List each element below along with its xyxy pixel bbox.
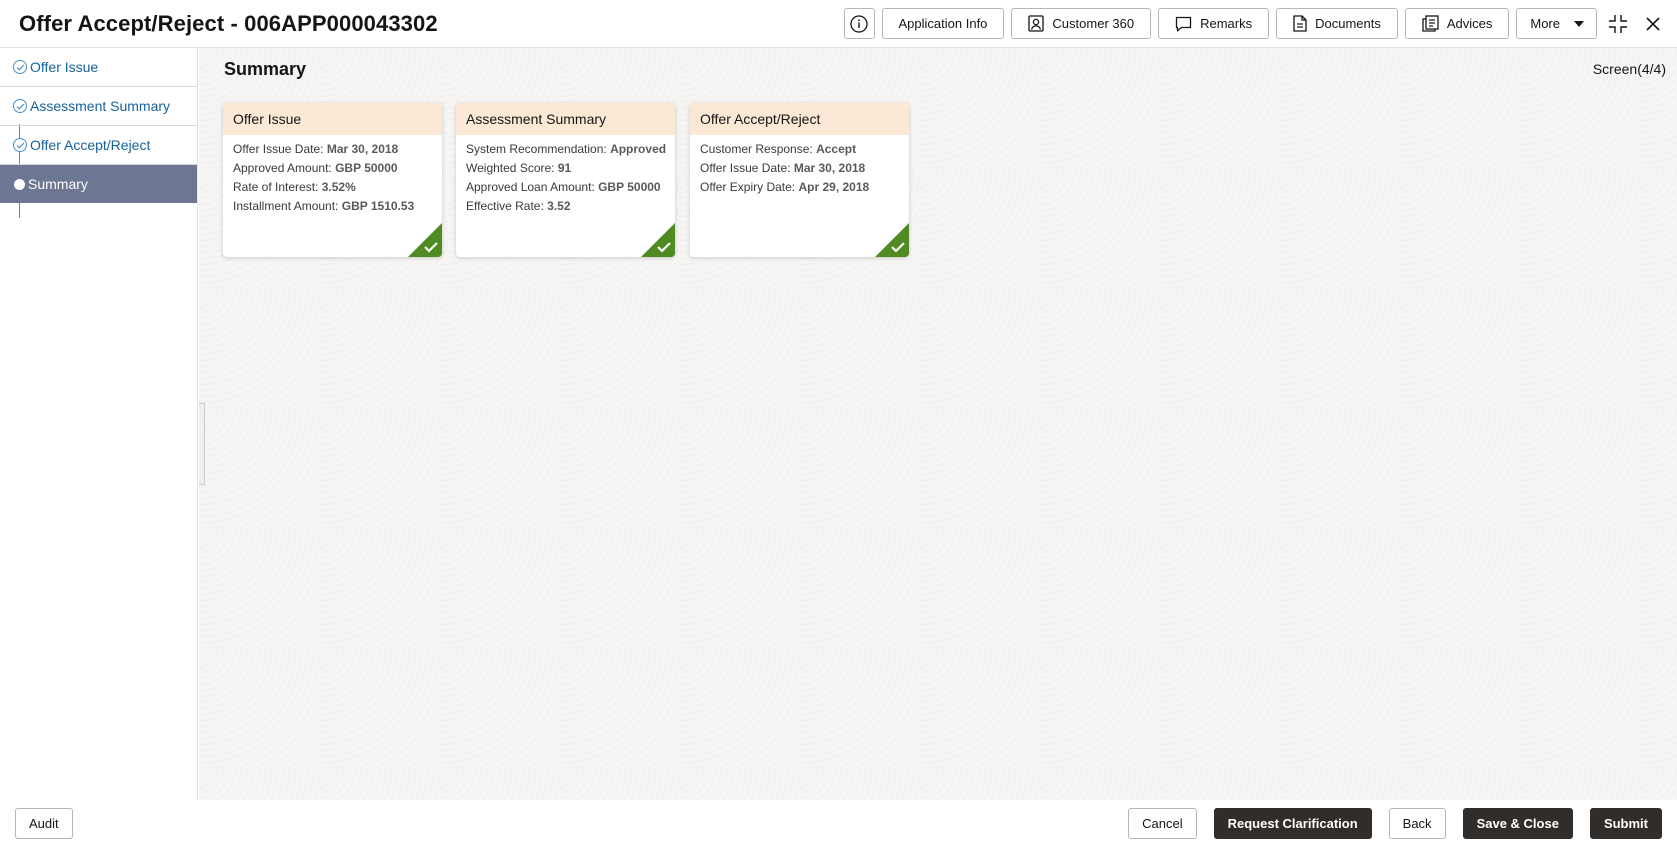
request-clarification-button[interactable]: Request Clarification xyxy=(1213,807,1372,839)
completed-check-badge-icon xyxy=(641,223,675,257)
check-circle-icon xyxy=(13,138,27,152)
header-bar: Offer Accept/Reject - 006APP000043302 Ap… xyxy=(0,0,1677,48)
card-row: Approved Amount: GBP 50000 xyxy=(233,159,432,178)
documents-label: Documents xyxy=(1315,16,1381,31)
check-circle-icon xyxy=(13,60,27,74)
row-value: Apr 29, 2018 xyxy=(798,180,870,194)
audit-button[interactable]: Audit xyxy=(15,807,73,839)
row-label: Offer Issue Date: xyxy=(233,142,327,156)
row-label: Offer Expiry Date: xyxy=(700,180,799,194)
card-body: System Recommendation: Approved Weighted… xyxy=(456,135,675,216)
app-window: Offer Accept/Reject - 006APP000043302 Ap… xyxy=(0,0,1677,846)
card-title: Offer Issue xyxy=(223,103,442,135)
main-content: Summary Screen(4/4) Offer Issue Offer Is… xyxy=(199,48,1677,800)
step-navigation: Offer Issue Assessment Summary Offer Acc… xyxy=(0,48,198,800)
card-row: Approved Loan Amount: GBP 50000 xyxy=(466,178,665,197)
row-label: Rate of Interest: xyxy=(233,180,322,194)
customer-360-label: Customer 360 xyxy=(1052,16,1135,31)
document-icon xyxy=(1293,15,1307,32)
footer-actions: Cancel Request Clarification Back Save &… xyxy=(1128,807,1662,839)
card-row: Offer Issue Date: Mar 30, 2018 xyxy=(233,140,432,159)
user-card-icon xyxy=(1028,15,1045,32)
row-value: 3.52% xyxy=(321,180,356,194)
current-step-dot-icon xyxy=(14,179,25,190)
step-summary[interactable]: Summary xyxy=(0,165,197,203)
card-row: System Recommendation: Approved xyxy=(466,140,667,159)
row-label: Approved Loan Amount: xyxy=(466,180,599,194)
step-offer-issue[interactable]: Offer Issue xyxy=(0,48,197,87)
row-label: Offer Issue Date: xyxy=(700,161,794,175)
caret-down-icon xyxy=(1574,20,1584,27)
collapse-arrows-icon xyxy=(1609,14,1627,33)
card-title: Assessment Summary xyxy=(456,103,675,135)
application-info-label: Application Info xyxy=(898,16,988,31)
row-value: GBP 50000 xyxy=(598,180,661,194)
card-row: Effective Rate: 3.52 xyxy=(466,197,665,216)
submit-button[interactable]: Submit xyxy=(1589,807,1662,839)
info-icon xyxy=(850,14,868,33)
page-title: Offer Accept/Reject - 006APP000043302 xyxy=(19,10,438,36)
advices-button[interactable]: Advices xyxy=(1404,8,1510,39)
summary-card-offer-accept-reject[interactable]: Offer Accept/Reject Customer Response: A… xyxy=(690,103,909,257)
section-title: Summary xyxy=(224,59,307,79)
sidebar-resize-handle[interactable] xyxy=(199,403,205,485)
footer-bar: Audit Cancel Request Clarification Back … xyxy=(0,800,1677,846)
card-row: Customer Response: Accept xyxy=(700,140,899,159)
summary-card-offer-issue[interactable]: Offer Issue Offer Issue Date: Mar 30, 20… xyxy=(223,103,442,257)
completed-check-badge-icon xyxy=(408,223,442,257)
summary-card-assessment-summary[interactable]: Assessment Summary System Recommendation… xyxy=(456,103,675,257)
card-row: Installment Amount: GBP 1510.53 xyxy=(233,197,432,216)
card-body: Customer Response: Accept Offer Issue Da… xyxy=(690,135,909,197)
card-body: Offer Issue Date: Mar 30, 2018 Approved … xyxy=(223,135,442,216)
close-window-button[interactable] xyxy=(1639,10,1667,38)
card-row: Weighted Score: 91 xyxy=(466,159,665,178)
close-icon xyxy=(1646,16,1660,31)
row-label: System Recommendation: xyxy=(466,142,611,156)
header-actions: Application Info Customer 360 Remarks Do… xyxy=(843,8,1667,39)
row-value: GBP 1510.53 xyxy=(341,199,415,213)
customer-360-button[interactable]: Customer 360 xyxy=(1011,8,1152,39)
row-label: Weighted Score: xyxy=(466,161,558,175)
minimize-window-button[interactable] xyxy=(1604,10,1632,38)
card-title: Offer Accept/Reject xyxy=(690,103,909,135)
row-value: Accept xyxy=(816,142,857,156)
row-value: Mar 30, 2018 xyxy=(793,161,866,175)
row-label: Installment Amount: xyxy=(233,199,342,213)
documents-button[interactable]: Documents xyxy=(1276,8,1398,39)
step-label: Offer Issue xyxy=(30,59,99,75)
more-dropdown-button[interactable]: More xyxy=(1516,8,1597,39)
more-label: More xyxy=(1530,16,1560,31)
step-assessment-summary[interactable]: Assessment Summary xyxy=(0,87,197,126)
comment-icon xyxy=(1175,16,1192,31)
application-info-button[interactable]: Application Info xyxy=(881,8,1005,39)
advices-label: Advices xyxy=(1446,16,1493,31)
row-value: Mar 30, 2018 xyxy=(326,142,399,156)
completed-check-badge-icon xyxy=(875,223,909,257)
row-value: 3.52 xyxy=(547,199,571,213)
row-label: Effective Rate: xyxy=(466,199,548,213)
card-row: Rate of Interest: 3.52% xyxy=(233,178,432,197)
remarks-button[interactable]: Remarks xyxy=(1158,8,1270,39)
step-offer-accept-reject[interactable]: Offer Accept/Reject xyxy=(0,126,197,165)
row-value: GBP 50000 xyxy=(335,161,398,175)
step-label: Offer Accept/Reject xyxy=(30,137,151,153)
card-row: Offer Issue Date: Mar 30, 2018 xyxy=(700,159,899,178)
check-circle-icon xyxy=(13,99,27,113)
row-label: Approved Amount: xyxy=(233,161,336,175)
row-label: Customer Response: xyxy=(700,142,817,156)
advice-docs-icon xyxy=(1422,15,1439,32)
info-button[interactable] xyxy=(843,8,875,39)
row-value: Approved xyxy=(610,142,667,156)
step-label: Assessment Summary xyxy=(30,98,171,114)
card-row: Offer Expiry Date: Apr 29, 2018 xyxy=(700,178,899,197)
save-close-button[interactable]: Save & Close xyxy=(1462,807,1573,839)
step-label: Summary xyxy=(28,176,88,192)
row-value: 91 xyxy=(557,161,572,175)
screen-counter: Screen(4/4) xyxy=(1592,61,1666,77)
back-button[interactable]: Back xyxy=(1388,807,1446,839)
cancel-button[interactable]: Cancel xyxy=(1128,807,1197,839)
remarks-label: Remarks xyxy=(1200,16,1253,31)
